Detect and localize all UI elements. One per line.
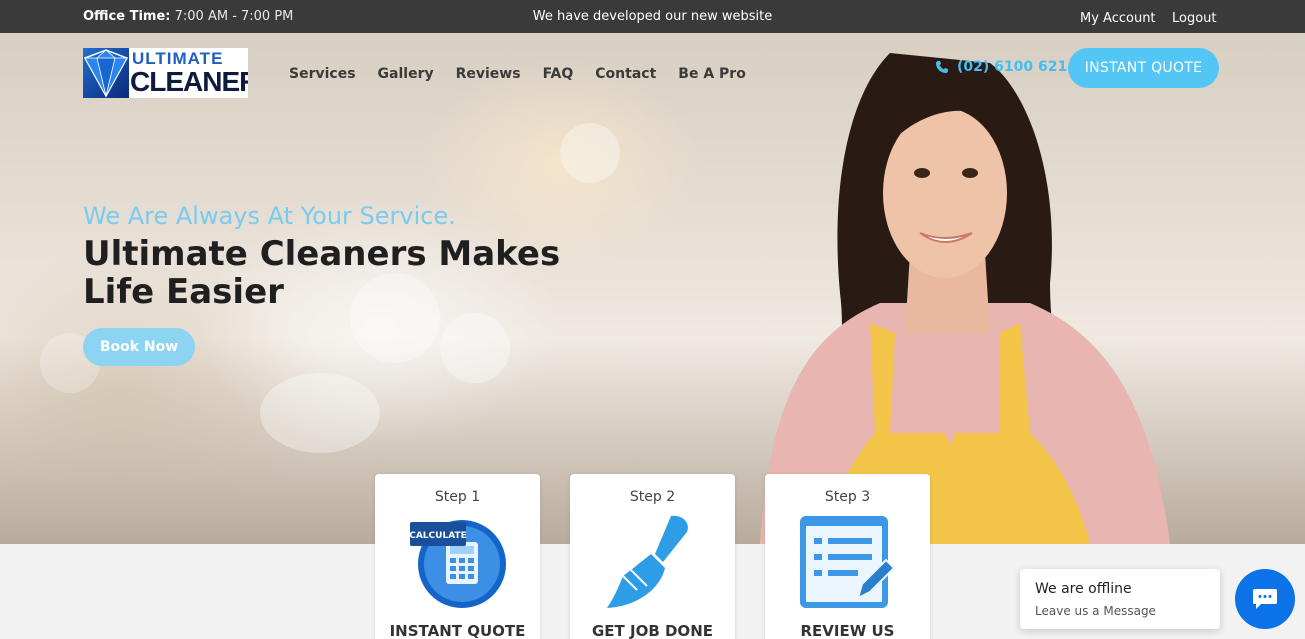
chat-bubble-icon — [1253, 589, 1277, 609]
calculate-badge: CALCULATE — [409, 531, 467, 541]
logout-link[interactable]: Logout — [1172, 11, 1217, 26]
hero-headline: Ultimate Cleaners Makes Life Easier — [83, 234, 561, 312]
calculator-icon: CALCULATE — [409, 520, 506, 608]
main-nav: Services Gallery Reviews FAQ Contact Be … — [289, 66, 746, 82]
step-number: Step 2 — [629, 489, 676, 505]
step-card-3[interactable]: Step 3 REVIEW US — [765, 474, 930, 639]
step-label: REVIEW US — [800, 622, 895, 639]
nav-item-services[interactable]: Services — [289, 66, 356, 82]
broom-icon — [607, 515, 688, 608]
phone-link[interactable]: (02) 6100 6214 — [935, 59, 1077, 75]
step-number: Step 3 — [824, 489, 871, 505]
site-logo[interactable]: ULTIMATE CLEANERS — [83, 48, 248, 98]
step-label: INSTANT QUOTE — [389, 622, 526, 639]
chat-offline-panel[interactable]: We are offline Leave us a Message — [1020, 569, 1220, 629]
instant-quote-button[interactable]: INSTANT QUOTE — [1068, 48, 1219, 88]
chat-launcher-button[interactable] — [1235, 569, 1295, 629]
hero-section: ULTIMATE CLEANERS Services Gallery Revie… — [0, 33, 1305, 544]
nav-item-be-a-pro[interactable]: Be A Pro — [678, 66, 746, 82]
phone-icon — [936, 61, 948, 73]
logo-line-2: CLEANERS — [130, 66, 248, 97]
diamond-logo-icon — [83, 48, 129, 98]
step-card-2[interactable]: Step 2 GET JOB DONE — [570, 474, 735, 639]
nav-item-faq[interactable]: FAQ — [543, 66, 574, 82]
phone-number: (02) 6100 6214 — [957, 59, 1077, 75]
review-form-icon — [800, 516, 896, 608]
chat-message-link[interactable]: Leave us a Message — [1035, 604, 1156, 618]
page: { "topbar": { "office_label": "Office Ti… — [0, 0, 1305, 639]
step-number: Step 1 — [434, 489, 481, 505]
book-now-button[interactable]: Book Now — [83, 328, 195, 366]
step-card-1[interactable]: Step 1 CALCULATE INSTANT QUOTE — [375, 474, 540, 639]
nav-item-gallery[interactable]: Gallery — [378, 66, 434, 82]
chat-status: We are offline — [1035, 581, 1132, 597]
nav-item-reviews[interactable]: Reviews — [456, 66, 521, 82]
nav-item-contact[interactable]: Contact — [595, 66, 656, 82]
my-account-link[interactable]: My Account — [1080, 11, 1156, 26]
hero-tagline: We Are Always At Your Service. — [83, 202, 456, 230]
cleaner-woman-image — [760, 53, 1170, 544]
top-bar: Office Time: 7:00 AM - 7:00 PM We have d… — [0, 0, 1305, 33]
step-label: GET JOB DONE — [591, 622, 713, 639]
